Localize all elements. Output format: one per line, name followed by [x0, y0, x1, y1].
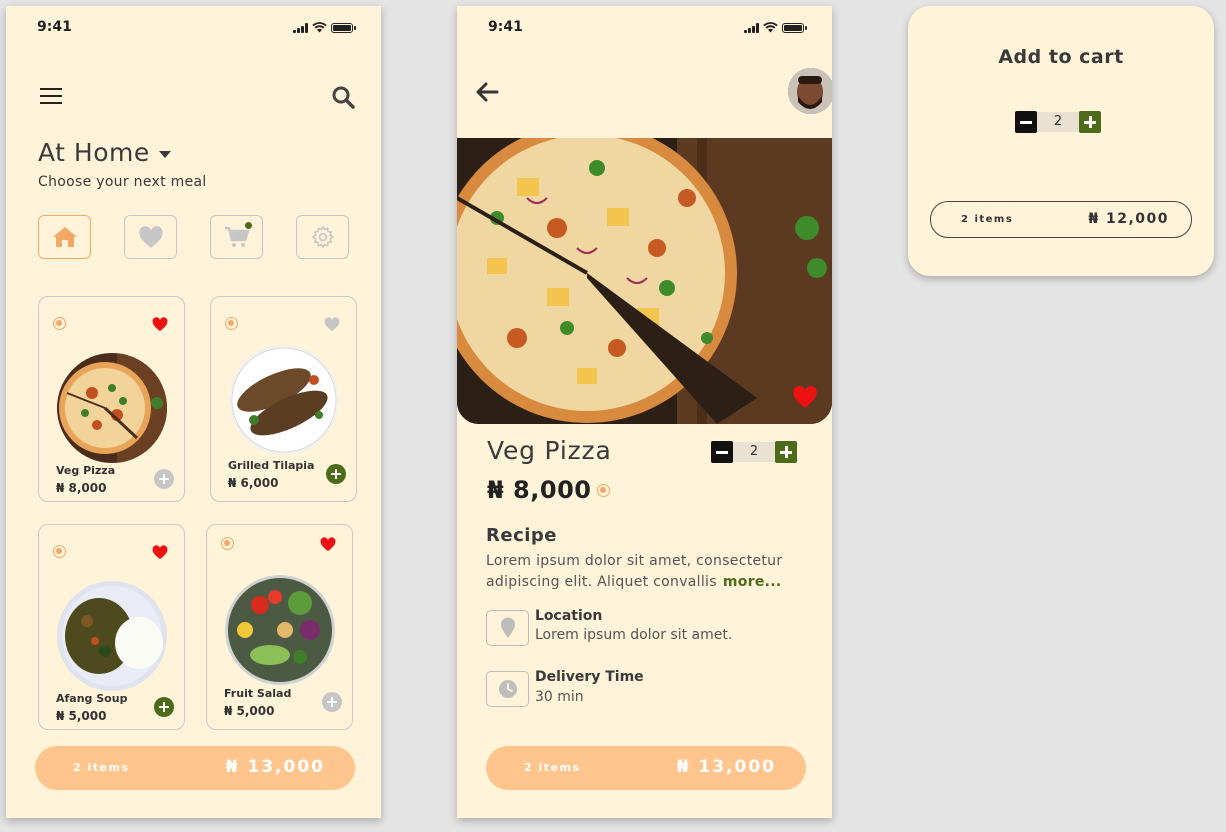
nav-cart-button[interactable]	[210, 215, 263, 259]
status-time: 9:41	[488, 19, 523, 35]
select-radio[interactable]	[53, 317, 66, 330]
meal-name: Veg Pizza	[56, 464, 116, 477]
battery-icon	[782, 22, 807, 33]
favorite-heart-icon[interactable]	[324, 317, 340, 332]
meal-image	[57, 353, 167, 463]
cart-items-count: 2 items	[961, 214, 1014, 225]
wifi-icon	[312, 22, 327, 33]
page-subtitle: Choose your next meal	[38, 174, 207, 190]
meal-card-grilled-tilapia[interactable]: Grilled Tilapia ₦ 6,000	[210, 296, 357, 502]
favorite-heart-icon[interactable]	[320, 537, 336, 552]
meal-hero-image	[457, 138, 832, 424]
favorite-heart-icon[interactable]	[792, 386, 818, 409]
meal-image	[229, 345, 339, 455]
quantity-value: 2	[733, 442, 775, 462]
meal-image	[225, 575, 335, 685]
meal-name: Fruit Salad	[224, 687, 292, 700]
add-to-cart-plus-icon[interactable]	[154, 697, 174, 717]
status-icons	[293, 22, 356, 33]
location-title[interactable]: At Home	[38, 138, 150, 167]
menu-icon[interactable]	[40, 88, 62, 104]
cart-items-count: 2 items	[73, 761, 130, 774]
meal-price: ₦ 8,000	[487, 476, 592, 504]
quantity-value: 2	[1037, 112, 1079, 132]
nav-settings-button[interactable]	[296, 215, 349, 259]
delivery-text: 30 min	[535, 689, 584, 705]
minus-icon[interactable]	[1015, 111, 1037, 133]
favorite-heart-icon[interactable]	[152, 317, 168, 332]
quantity-stepper[interactable]: 2	[1015, 111, 1101, 133]
chevron-down-icon[interactable]	[159, 151, 171, 158]
meal-card-fruit-salad[interactable]: Fruit Salad ₦ 5,000	[206, 524, 353, 730]
meal-price: ₦ 8,000	[56, 481, 107, 495]
meal-price: ₦ 5,000	[56, 709, 107, 723]
home-screen: 9:41 At Home Choose your next meal Veg P…	[6, 6, 381, 818]
back-arrow-icon[interactable]	[475, 82, 499, 102]
panel-title: Add to cart	[998, 46, 1124, 68]
recipe-text: Lorem ipsum dolor sit amet, consectetur …	[486, 551, 816, 593]
plus-icon[interactable]	[775, 441, 797, 463]
meal-price: ₦ 5,000	[224, 704, 275, 718]
location-icon-box	[486, 610, 529, 646]
cart-total: ₦ 13,000	[676, 757, 776, 777]
location-pin-icon	[500, 617, 515, 638]
wifi-icon	[763, 22, 778, 33]
meal-card-afang-soup[interactable]: Afang Soup ₦ 5,000	[38, 524, 185, 730]
select-radio[interactable]	[53, 545, 66, 558]
location-heading: Location	[535, 608, 603, 624]
favorite-heart-icon[interactable]	[152, 545, 168, 560]
nav-favorites-button[interactable]	[124, 215, 177, 259]
meal-card-veg-pizza[interactable]: Veg Pizza ₦ 8,000	[38, 296, 185, 502]
meal-name: Afang Soup	[56, 692, 128, 705]
cart-items-count: 2 items	[524, 761, 581, 774]
meal-image	[57, 581, 167, 691]
home-icon	[52, 227, 77, 247]
status-time: 9:41	[37, 19, 72, 35]
add-to-cart-panel: Add to cart 2 2 items ₦ 12,000	[908, 6, 1214, 276]
recipe-heading: Recipe	[486, 525, 558, 546]
plus-icon[interactable]	[1079, 111, 1101, 133]
meal-title: Veg Pizza	[487, 436, 612, 465]
clock-icon	[498, 680, 517, 698]
cart-badge	[245, 222, 252, 229]
cart-icon	[224, 226, 249, 247]
gear-icon	[311, 225, 334, 249]
cart-summary-bar[interactable]: 2 items ₦ 13,000	[35, 746, 355, 790]
search-icon[interactable]	[331, 85, 355, 109]
add-to-cart-plus-icon[interactable]	[326, 464, 346, 484]
battery-icon	[331, 22, 356, 33]
meal-detail-screen: 9:41 Veg Pizza 2 ₦ 8,000 Recipe Lorem ip…	[457, 6, 832, 818]
add-to-cart-plus-icon[interactable]	[154, 469, 174, 489]
status-icons	[744, 22, 807, 33]
status-bar: 9:41	[457, 6, 832, 50]
location-text: Lorem ipsum dolor sit amet.	[535, 627, 733, 643]
select-radio[interactable]	[221, 537, 234, 550]
add-to-cart-plus-icon[interactable]	[322, 692, 342, 712]
cellular-signal-icon	[293, 22, 308, 33]
delivery-icon-box	[486, 671, 529, 707]
more-link[interactable]: more...	[723, 574, 782, 590]
avatar[interactable]	[788, 68, 832, 114]
select-radio[interactable]	[225, 317, 238, 330]
status-bar: 9:41	[6, 6, 381, 50]
cart-total: ₦ 12,000	[1088, 211, 1169, 227]
cart-summary-pill[interactable]: 2 items ₦ 12,000	[930, 201, 1192, 238]
nav-home-button[interactable]	[38, 215, 91, 259]
meal-name: Grilled Tilapia	[228, 459, 315, 472]
delivery-heading: Delivery Time	[535, 669, 644, 685]
minus-icon[interactable]	[711, 441, 733, 463]
select-radio[interactable]	[597, 484, 610, 497]
cart-summary-bar[interactable]: 2 items ₦ 13,000	[486, 746, 806, 790]
heart-icon	[138, 225, 163, 248]
cellular-signal-icon	[744, 22, 759, 33]
cart-total: ₦ 13,000	[225, 757, 325, 777]
meal-price: ₦ 6,000	[228, 476, 279, 490]
quantity-stepper[interactable]: 2	[711, 441, 797, 463]
